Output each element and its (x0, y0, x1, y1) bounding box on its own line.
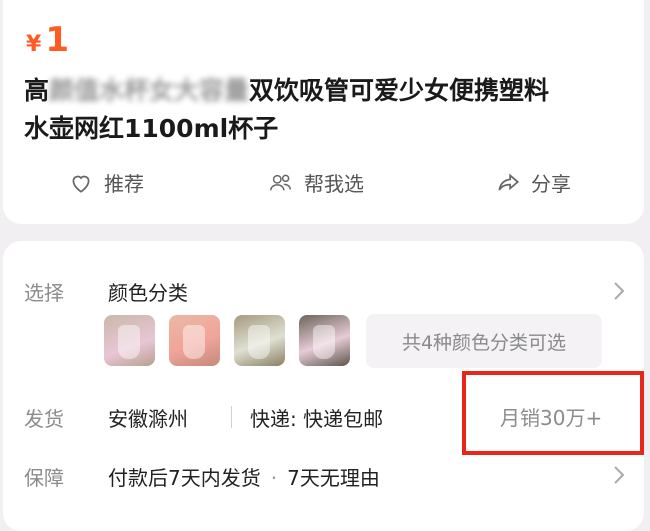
share-button[interactable]: 分享 (495, 168, 571, 197)
recommend-label: 推荐 (104, 172, 144, 196)
people-icon (270, 174, 292, 191)
variant-thumbnail[interactable] (169, 315, 220, 366)
variant-thumbnails (104, 315, 350, 366)
title-line-2: 水壶网红1100ml杯子 (24, 114, 279, 143)
share-label: 分享 (531, 172, 571, 196)
guarantee-separator: · (270, 466, 278, 490)
variant-thumbnail[interactable] (299, 315, 350, 366)
action-bar: 推荐 帮我选 分享 (0, 168, 641, 208)
guarantee-item-2: 7天无理由 (287, 466, 380, 490)
share-icon (498, 173, 520, 191)
highlight-box (462, 371, 644, 455)
variant-count-button[interactable]: 共4种颜色分类可选 (366, 314, 602, 368)
shipping-label: 发货 (24, 407, 64, 431)
price: ¥ 1 (26, 20, 69, 60)
help-choose-button[interactable]: 帮我选 (268, 168, 364, 197)
title-blurred-text: 颜值水杯女大容量 (49, 76, 250, 105)
guarantee-item-1: 付款后7天内发货 (108, 466, 261, 490)
chevron-right-icon[interactable] (612, 464, 626, 486)
price-value: 1 (45, 20, 69, 60)
variant-thumbnail[interactable] (104, 315, 155, 366)
shipping-express: 快递: 快递包邮 (250, 407, 384, 431)
title-suffix: 双饮吸管可爱少女便携塑料 (249, 76, 550, 105)
guarantee-label: 保障 (24, 466, 64, 490)
selection-label: 选择 (24, 281, 64, 305)
variant-thumbnail[interactable] (234, 315, 285, 366)
recommend-button[interactable]: 推荐 (68, 168, 144, 197)
price-symbol: ¥ (26, 32, 42, 57)
selection-value[interactable]: 颜色分类 (108, 277, 188, 306)
chevron-right-icon[interactable] (612, 280, 626, 302)
divider (231, 406, 232, 428)
guarantee-items: 付款后7天内发货 · 7天无理由 (108, 462, 380, 491)
heart-icon (72, 175, 90, 193)
title-prefix: 高 (24, 76, 50, 105)
product-title: 高颜值水杯女大容量双饮吸管可爱少女便携塑料 水壶网红1100ml杯子 (24, 72, 624, 148)
help-choose-label: 帮我选 (304, 172, 364, 196)
shipping-origin: 安徽滁州 (108, 407, 188, 431)
